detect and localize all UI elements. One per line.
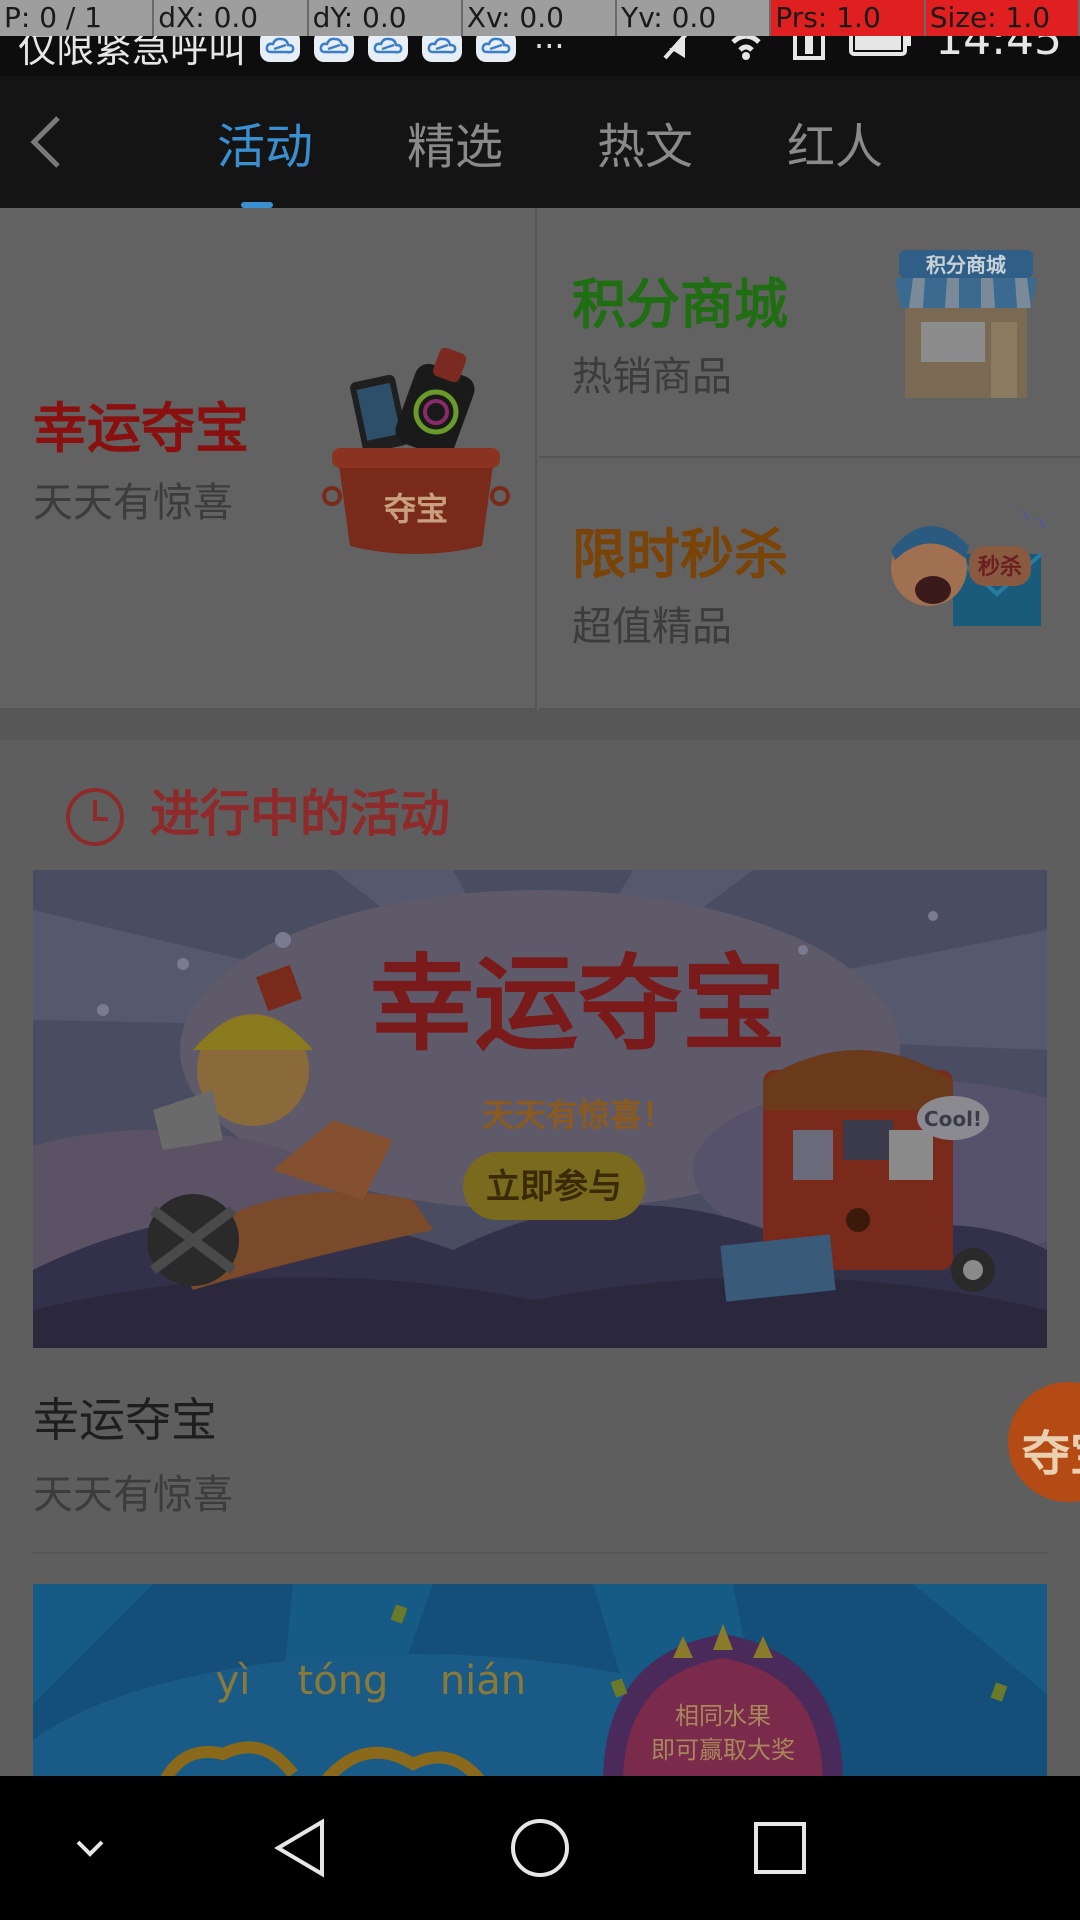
tab-activities[interactable]: 活动 xyxy=(170,76,360,208)
debug-pointer-count: P: 0 / 1 xyxy=(0,0,155,36)
banner-cool-badge: Cool! xyxy=(924,1107,982,1131)
tab-hot-articles[interactable]: 热文 xyxy=(550,76,740,208)
basket-badge-text: 夺宝 xyxy=(384,490,448,528)
nav-back-button[interactable] xyxy=(250,1798,350,1898)
section-divider xyxy=(0,710,1080,740)
chevron-down-icon xyxy=(76,1840,104,1857)
triangle-back-icon xyxy=(274,1818,324,1878)
debug-dy: dY: 0.0 xyxy=(309,0,463,36)
activity-title[interactable]: 幸运夺宝 xyxy=(33,1384,217,1450)
promo-subtitle: 热销商品 xyxy=(572,354,732,400)
fruit-box-line-2: 即可赢取大奖 xyxy=(651,1736,795,1764)
promo-title: 积分商城 xyxy=(572,273,788,336)
banner-title-text: 幸运夺宝 xyxy=(370,943,786,1065)
shop-storefront-icon: 积分商城 xyxy=(895,250,1037,398)
pointer-location-overlay: P: 0 / 1 dX: 0.0 dY: 0.0 Xv: 0.0 Yv: 0.0… xyxy=(0,0,1080,36)
treasure-basket-icon: 夺宝 xyxy=(322,348,510,554)
nav-header: 活动 精选 热文 红人 xyxy=(0,76,1080,208)
fruit-box-line-1: 相同水果 xyxy=(675,1702,771,1730)
debug-yv: Yv: 0.0 xyxy=(617,0,772,36)
fruit-game-activity-banner[interactable]: yì tóng nián 相同水果 即可赢取大奖 xyxy=(33,1584,1047,1776)
promo-title: 限时秒杀 xyxy=(572,523,788,586)
debug-pressure: Prs: 1.0 xyxy=(771,0,926,36)
system-nav-bar xyxy=(0,1776,1080,1920)
promo-subtitle: 超值精品 xyxy=(572,604,732,650)
promo-grid: 幸运夺宝 天天有惊喜 夺宝 积分商城 热销商品 积分商城 限时秒杀 超值精品 秒… xyxy=(0,208,1080,710)
chevron-left-icon xyxy=(30,116,60,168)
hide-nav-button[interactable] xyxy=(40,1798,140,1898)
banner-join-button-text: 立即参与 xyxy=(486,1167,622,1207)
banner-tagline-text: 天天有惊喜！ xyxy=(482,1096,674,1134)
pinyin-nian: nián xyxy=(440,1658,526,1704)
lucky-draw-promo-card[interactable]: 幸运夺宝 天天有惊喜 夺宝 xyxy=(0,208,537,710)
debug-dx: dX: 0.0 xyxy=(154,0,309,36)
nav-home-button[interactable] xyxy=(490,1798,590,1898)
tab-bar: 活动 精选 热文 红人 xyxy=(170,76,930,208)
back-button[interactable] xyxy=(20,110,70,174)
section-header: 进行中的活动 xyxy=(0,740,1080,860)
square-recents-icon xyxy=(754,1822,806,1874)
content-area: 幸运夺宝 天天有惊喜 夺宝 积分商城 热销商品 积分商城 限时秒杀 超值精品 秒… xyxy=(0,208,1080,1776)
nav-recents-button[interactable] xyxy=(730,1798,830,1898)
lucky-draw-banner-art: 幸运夺宝 天天有惊喜！ 立即参与 Cool! xyxy=(33,870,1047,1348)
activity-subtitle: 天天有惊喜 xyxy=(33,1472,233,1518)
pinyin-tong: tóng xyxy=(298,1658,389,1704)
debug-size: Size: 1.0 xyxy=(925,0,1080,36)
debug-xv: Xv: 0.0 xyxy=(463,0,618,36)
card-divider xyxy=(33,1552,1047,1554)
fruit-game-banner-art: yì tóng nián 相同水果 即可赢取大奖 xyxy=(33,1584,1047,1776)
shop-sign-text: 积分商城 xyxy=(926,253,1006,277)
tab-influencers[interactable]: 红人 xyxy=(740,76,930,208)
tab-featured[interactable]: 精选 xyxy=(360,76,550,208)
promo-subtitle: 天天有惊喜 xyxy=(33,480,233,526)
floating-badge-text: 夺宝 xyxy=(1022,1426,1080,1482)
promo-title: 幸运夺宝 xyxy=(33,397,249,460)
circle-home-icon xyxy=(511,1819,569,1877)
flash-badge-text: 秒杀 xyxy=(978,554,1022,580)
section-title: 进行中的活动 xyxy=(150,785,450,843)
clock-icon xyxy=(66,788,124,846)
lucky-draw-activity-banner[interactable]: 幸运夺宝 天天有惊喜！ 立即参与 Cool! xyxy=(33,870,1047,1348)
flash-sale-promo-card[interactable]: 限时秒杀 超值精品 秒杀 xyxy=(539,460,1080,710)
points-mall-promo-card[interactable]: 积分商城 热销商品 积分商城 xyxy=(539,208,1080,458)
floating-lucky-draw-button[interactable]: 夺宝 xyxy=(1008,1382,1080,1502)
flash-sale-mascot-icon: 秒杀 xyxy=(891,509,1047,626)
pinyin-yi: yì xyxy=(216,1658,251,1704)
